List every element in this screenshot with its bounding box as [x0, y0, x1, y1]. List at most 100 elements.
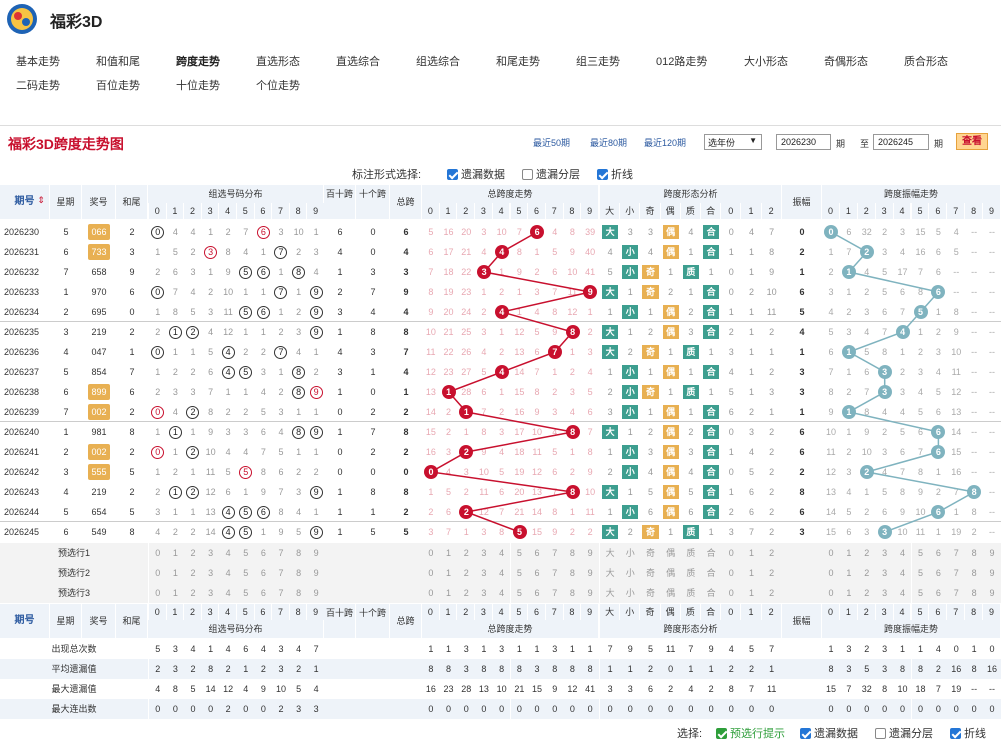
preselect-kd-digit[interactable]: 1	[439, 583, 458, 603]
nav-item[interactable]: 组三走势	[576, 53, 620, 69]
preselect-kd-digit[interactable]: 2	[457, 563, 476, 583]
preselect-zx-digit[interactable]: 2	[184, 543, 202, 563]
preselect-zfz-digit[interactable]: 4	[893, 543, 912, 563]
preselect-xt-cell[interactable]: 2	[761, 563, 782, 583]
preselect-kd-digit[interactable]: 1	[439, 563, 458, 583]
preselect-zx-digit[interactable]: 5	[237, 543, 255, 563]
mark-opt-omit[interactable]: 遗漏数据	[447, 166, 505, 182]
nav-item[interactable]: 和值和尾	[96, 53, 140, 69]
quick-50-link[interactable]: 最近50期	[533, 136, 570, 149]
preselect-zx-digit[interactable]: 3	[201, 543, 220, 563]
preselect-zx-digit[interactable]: 8	[289, 583, 308, 603]
preselect-kd-digit[interactable]: 6	[528, 563, 546, 583]
preselect-xt-cell[interactable]: 奇	[640, 563, 661, 583]
period-from-input[interactable]: 2026230	[776, 134, 831, 150]
preselect-kd-digit[interactable]: 0	[422, 583, 440, 603]
nav-item[interactable]: 直选形态	[256, 53, 300, 69]
preselect-kd-digit[interactable]: 2	[457, 583, 476, 603]
preselect-kd-digit[interactable]: 6	[528, 543, 546, 563]
preselect-zfz-digit[interactable]: 2	[857, 563, 876, 583]
nav-item[interactable]: 百位走势	[96, 77, 140, 93]
preselect-zfz-digit[interactable]: 0	[822, 563, 840, 583]
preselect-xt-cell[interactable]: 质	[680, 543, 701, 563]
preselect-zfz-digit[interactable]: 8	[965, 563, 984, 583]
preselect-zx-digit[interactable]: 5	[237, 583, 255, 603]
preselect-zx-digit[interactable]: 8	[289, 563, 308, 583]
preselect-zx-digit[interactable]: 9	[307, 583, 325, 603]
preselect-zfz-digit[interactable]: 1	[839, 563, 858, 583]
preselect-zx-digit[interactable]: 6	[254, 583, 273, 603]
preselect-xt-cell[interactable]: 奇	[640, 583, 661, 603]
view-button[interactable]: 查看	[956, 133, 988, 150]
nav-item[interactable]: 基本走势	[16, 53, 60, 69]
preselect-zfz-digit[interactable]: 7	[947, 563, 966, 583]
preselect-zfz-digit[interactable]: 4	[893, 583, 912, 603]
preselect-zx-digit[interactable]: 6	[254, 543, 273, 563]
preselect-xt-cell[interactable]: 质	[680, 563, 701, 583]
preselect-zx-digit[interactable]: 0	[149, 583, 167, 603]
nav-item[interactable]: 个位走势	[256, 77, 300, 93]
preselect-xt-cell[interactable]: 1	[741, 543, 762, 563]
preselect-zx-digit[interactable]: 7	[272, 583, 290, 603]
preselect-xt-cell[interactable]: 合	[701, 543, 722, 563]
preselect-zx-digit[interactable]: 2	[184, 563, 202, 583]
preselect-xt-cell[interactable]: 合	[701, 563, 722, 583]
preselect-kd-digit[interactable]: 5	[510, 583, 529, 603]
bottom-opt-presel[interactable]: 预选行提示	[716, 725, 785, 741]
preselect-kd-digit[interactable]: 8	[563, 563, 582, 583]
preselect-zfz-digit[interactable]: 5	[911, 563, 930, 583]
preselect-zfz-digit[interactable]: 3	[875, 583, 894, 603]
nav-item[interactable]: 奇偶形态	[824, 53, 868, 69]
preselect-zfz-digit[interactable]: 1	[839, 543, 858, 563]
nav-item[interactable]: 012路走势	[656, 53, 707, 69]
preselect-zfz-digit[interactable]: 7	[947, 583, 966, 603]
preselect-zx-digit[interactable]: 4	[219, 563, 237, 583]
preselect-zfz-digit[interactable]: 3	[875, 543, 894, 563]
preselect-zx-digit[interactable]: 4	[219, 543, 237, 563]
preselect-kd-digit[interactable]: 7	[545, 543, 564, 563]
preselect-zx-digit[interactable]: 3	[201, 563, 220, 583]
preselect-zfz-digit[interactable]: 9	[983, 583, 1001, 603]
preselect-xt-cell[interactable]: 2	[761, 543, 782, 563]
preselect-zfz-digit[interactable]: 0	[822, 543, 840, 563]
preselect-zx-digit[interactable]: 6	[254, 563, 273, 583]
preselect-kd-digit[interactable]: 2	[457, 543, 476, 563]
preselect-kd-digit[interactable]: 7	[545, 563, 564, 583]
preselect-zfz-digit[interactable]: 6	[929, 583, 948, 603]
preselect-kd-digit[interactable]: 3	[475, 543, 493, 563]
preselect-zx-digit[interactable]: 1	[166, 543, 185, 563]
preselect-kd-digit[interactable]: 0	[422, 543, 440, 563]
preselect-zfz-digit[interactable]: 2	[857, 543, 876, 563]
preselect-zx-digit[interactable]: 8	[289, 543, 308, 563]
preselect-xt-cell[interactable]: 大	[600, 563, 621, 583]
preselect-zx-digit[interactable]: 7	[272, 543, 290, 563]
preselect-xt-cell[interactable]: 偶	[660, 543, 681, 563]
preselect-kd-digit[interactable]: 9	[581, 543, 599, 563]
quick-120-link[interactable]: 最近120期	[644, 136, 686, 149]
preselect-zfz-digit[interactable]: 9	[983, 563, 1001, 583]
preselect-zx-digit[interactable]: 9	[307, 543, 325, 563]
preselect-zx-digit[interactable]: 3	[201, 583, 220, 603]
period-to-input[interactable]: 2026245	[873, 134, 929, 150]
bottom-opt-omit[interactable]: 遗漏数据	[800, 725, 858, 741]
preselect-kd-digit[interactable]: 1	[439, 543, 458, 563]
nav-item[interactable]: 二码走势	[16, 77, 60, 93]
preselect-kd-digit[interactable]: 4	[492, 583, 511, 603]
mark-opt-line[interactable]: 折线	[597, 166, 633, 182]
preselect-zx-digit[interactable]: 4	[219, 583, 237, 603]
year-select[interactable]: 选年份 ▼	[704, 134, 762, 150]
preselect-xt-cell[interactable]: 大	[600, 583, 621, 603]
nav-item[interactable]: 质合形态	[904, 53, 948, 69]
preselect-xt-cell[interactable]: 偶	[660, 583, 681, 603]
preselect-xt-cell[interactable]: 0	[721, 543, 742, 563]
preselect-zx-digit[interactable]: 1	[166, 583, 185, 603]
mark-opt-layer[interactable]: 遗漏分层	[522, 166, 580, 182]
preselect-zx-digit[interactable]: 5	[237, 563, 255, 583]
preselect-kd-digit[interactable]: 3	[475, 563, 493, 583]
preselect-kd-digit[interactable]: 9	[581, 563, 599, 583]
bottom-opt-line[interactable]: 折线	[950, 725, 986, 741]
preselect-zfz-digit[interactable]: 3	[875, 563, 894, 583]
preselect-xt-cell[interactable]: 小	[620, 583, 641, 603]
bottom-opt-layer[interactable]: 遗漏分层	[875, 725, 933, 741]
preselect-zfz-digit[interactable]: 6	[929, 563, 948, 583]
